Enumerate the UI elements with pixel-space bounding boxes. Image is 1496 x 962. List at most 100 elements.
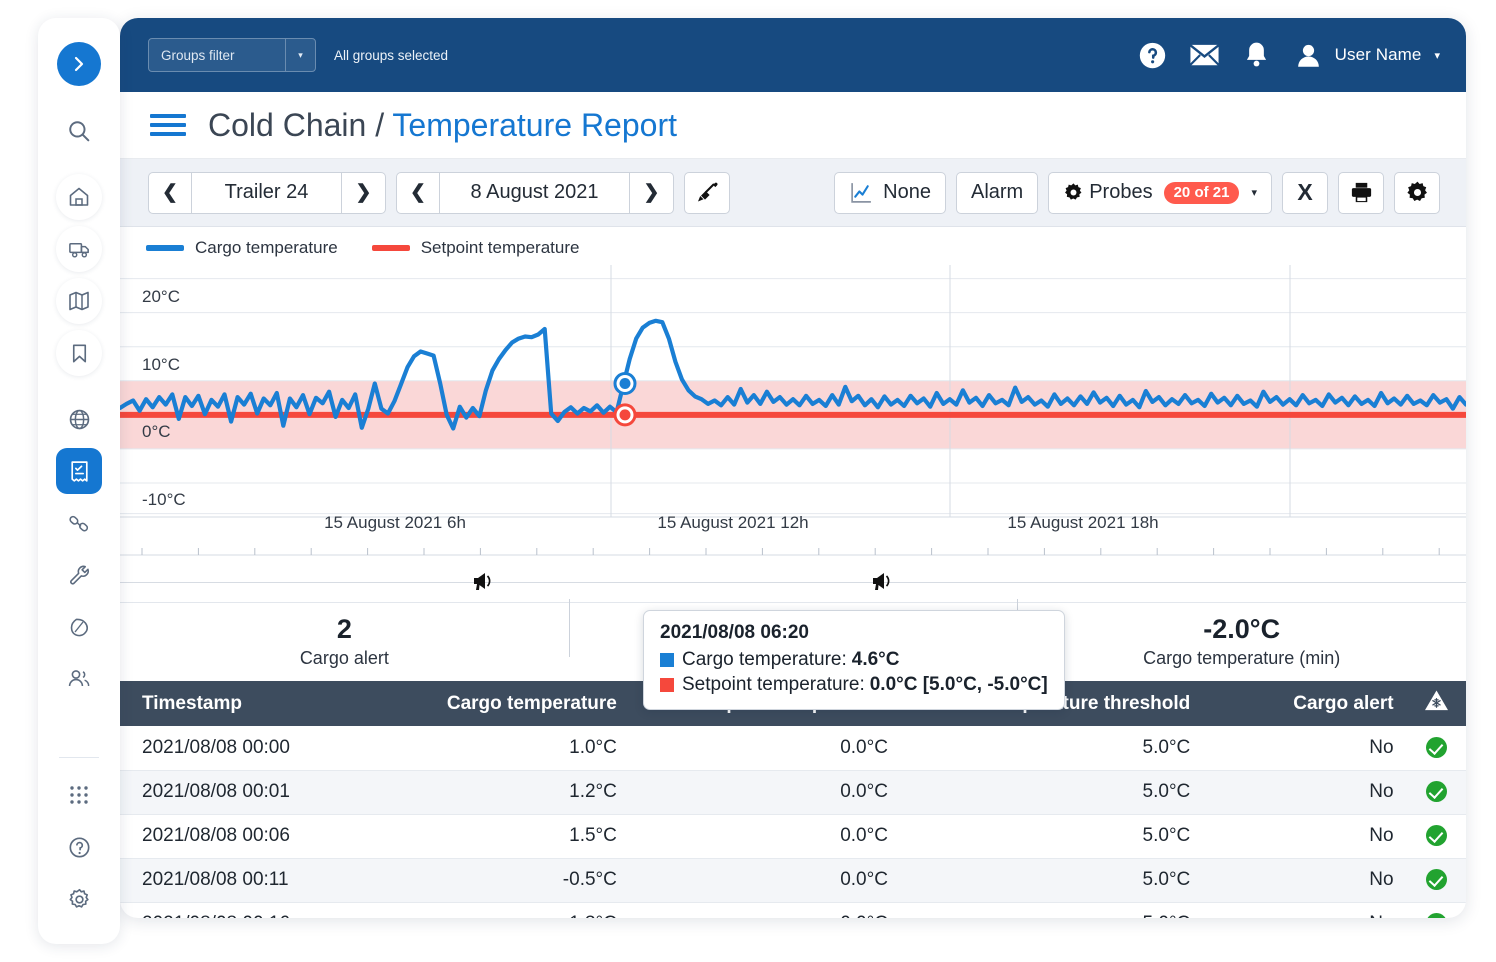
table-row[interactable]: 2021/08/08 00:11 -0.5°C 0.0°C 5.0°C No: [120, 858, 1466, 903]
user-avatar-icon: [1298, 44, 1319, 67]
cargo-temperature-cell: 1.5°C: [385, 814, 631, 859]
sidebar-item-links[interactable]: [56, 500, 102, 546]
sidebar-item-maintenance[interactable]: [56, 552, 102, 598]
asset-value[interactable]: Trailer 24: [192, 171, 342, 214]
export-excel-button[interactable]: X: [1282, 171, 1328, 214]
x-tick-label-18h: 15 August 2021 18h: [1007, 513, 1159, 532]
legend-label-cargo: Cargo temperature: [195, 238, 338, 257]
cargo-alert-cell: No: [1204, 770, 1408, 815]
column-header-cargo-alert[interactable]: Cargo alert: [1204, 681, 1408, 726]
user-avatar[interactable]: [1289, 35, 1329, 75]
temperature-threshold-cell: 5.0°C: [901, 902, 1205, 918]
tooltip-row-setpoint: Setpoint temperature: 0.0°C [5.0°C, -5.0…: [660, 674, 1048, 696]
sidebar-item-search[interactable]: [56, 108, 102, 154]
alarm-button[interactable]: Alarm: [955, 171, 1039, 214]
wrench-icon: [69, 565, 89, 584]
tooltip-value-setpoint: 0.0°C [5.0°C, -5.0°C]: [869, 674, 1048, 695]
broom-icon: [698, 182, 718, 201]
user-name-label[interactable]: User Name: [1335, 45, 1422, 65]
sidebar-item-map[interactable]: [56, 278, 102, 324]
table-row[interactable]: 2021/08/08 00:06 1.5°C 0.0°C 5.0°C No: [120, 814, 1466, 859]
chart-mode-label: None: [883, 181, 931, 203]
kpi-label: Cargo temperature (min): [1143, 648, 1341, 669]
help-circle-icon: [1139, 42, 1166, 68]
alarm-marker-2[interactable]: [870, 570, 894, 597]
sidebar-item-apps[interactable]: [56, 772, 102, 818]
chart-mode-button[interactable]: None: [834, 171, 946, 214]
sidebar-item-settings[interactable]: [56, 876, 102, 922]
probes-button[interactable]: Probes 20 of 21 ▾: [1048, 171, 1272, 214]
column-header-timestamp[interactable]: Timestamp: [120, 681, 386, 726]
cargo-temperature-cell: -0.5°C: [385, 858, 631, 903]
check-circle-icon: [1426, 737, 1448, 759]
line-chart-icon: [851, 183, 872, 203]
tooltip-value-cargo: 4.6°C: [851, 649, 900, 670]
sidebar-divider: [59, 757, 99, 758]
report-toolbar: ❮ Trailer 24 ❯ ❮ 8 August 2021 ❯ None Al…: [120, 159, 1466, 227]
y-tick-label-20: 20°C: [142, 287, 180, 306]
bookmark-icon: [72, 344, 86, 362]
messages-button[interactable]: [1185, 35, 1225, 75]
date-prev-button[interactable]: ❮: [396, 171, 440, 214]
question-circle-icon: [68, 836, 90, 858]
legend-item-setpoint[interactable]: Setpoint temperature: [371, 238, 580, 258]
status-badge-cell: [1407, 726, 1466, 771]
chevron-down-icon[interactable]: ▾: [285, 39, 315, 71]
status-badge-cell: [1407, 902, 1466, 918]
notifications-button[interactable]: [1237, 35, 1277, 75]
temperature-chart[interactable]: 20°C 10°C 0°C -10°C 15 August 2021 6h 15…: [120, 265, 1466, 710]
sidebar-item-help[interactable]: [56, 824, 102, 870]
temperature-threshold-cell: 5.0°C: [901, 726, 1205, 771]
cargo-temperature-cell: 1.0°C: [385, 726, 631, 771]
groups-filter-dropdown[interactable]: Groups filter ▾: [148, 38, 316, 72]
tooltip-row-cargo: Cargo temperature: 4.6°C: [660, 649, 1048, 671]
groups-selected-text: All groups selected: [334, 47, 449, 63]
table-row[interactable]: 2021/08/08 00:01 1.2°C 0.0°C 5.0°C No: [120, 770, 1466, 815]
sidebar-item-globe[interactable]: [56, 396, 102, 442]
y-tick-label-10: 10°C: [142, 355, 180, 374]
alarm-marker-1[interactable]: [471, 570, 495, 597]
asset-prev-button[interactable]: ❮: [148, 171, 192, 214]
date-next-button[interactable]: ❯: [630, 171, 674, 214]
leaf-icon: [70, 618, 88, 637]
legend-label-setpoint: Setpoint temperature: [420, 238, 580, 257]
chart-tooltip: 2021/08/08 06:20 Cargo temperature: 4.6°…: [643, 610, 1065, 710]
page-title: Cold Chain / Temperature Report: [208, 107, 677, 144]
temperature-threshold-cell: 5.0°C: [901, 770, 1205, 815]
user-menu-chevron-down-icon[interactable]: ▾: [1434, 49, 1440, 62]
sidebar-item-vehicles[interactable]: [56, 226, 102, 272]
print-button[interactable]: [1338, 171, 1384, 214]
probes-chevron-down-icon[interactable]: ▾: [1251, 186, 1257, 199]
main-window: Groups filter ▾ All groups selected User…: [120, 18, 1466, 918]
table-row[interactable]: 2021/08/08 00:00 1.0°C 0.0°C 5.0°C No: [120, 726, 1466, 771]
megaphone-icon: [474, 573, 491, 590]
top-header-bar: Groups filter ▾ All groups selected User…: [120, 18, 1466, 92]
sidebar-item-eco[interactable]: [56, 604, 102, 650]
table-row[interactable]: 2021/08/08 00:16-1.3°C0.0°C5.0°CNo: [120, 902, 1466, 918]
clear-filters-button[interactable]: [684, 171, 730, 214]
probes-label: Probes: [1089, 181, 1153, 203]
sidebar-item-reports[interactable]: [56, 448, 102, 494]
hamburger-menu-icon[interactable]: [150, 114, 186, 136]
sidebar-item-home[interactable]: [56, 174, 102, 220]
tooltip-label-cargo: Cargo temperature:: [682, 649, 847, 670]
timestamp-cell: 2021/08/08 00:16: [120, 902, 386, 918]
sidebar-item-bookmarks[interactable]: [56, 330, 102, 376]
logo-button[interactable]: [57, 42, 101, 86]
date-value[interactable]: 8 August 2021: [440, 171, 630, 214]
cargo-alert-cell: No: [1204, 814, 1408, 859]
printer-icon: [1351, 182, 1371, 203]
column-header-status[interactable]: [1407, 681, 1466, 726]
snowflake-warning-icon: [1425, 690, 1449, 711]
setpoint-temperature-cell: 0.0°C: [630, 726, 902, 771]
help-button[interactable]: [1133, 35, 1173, 75]
report-settings-button[interactable]: [1394, 171, 1440, 214]
sidebar-item-drivers[interactable]: [56, 656, 102, 702]
page-title-accent: Temperature Report: [392, 106, 677, 143]
gear-icon: [69, 888, 89, 908]
cargo-temperature-cell: 1.2°C: [385, 770, 631, 815]
column-header-cargo-temperature[interactable]: Cargo temperature: [385, 681, 631, 726]
report-icon: [70, 460, 88, 482]
legend-item-cargo[interactable]: Cargo temperature: [146, 238, 338, 258]
asset-next-button[interactable]: ❯: [342, 171, 386, 214]
